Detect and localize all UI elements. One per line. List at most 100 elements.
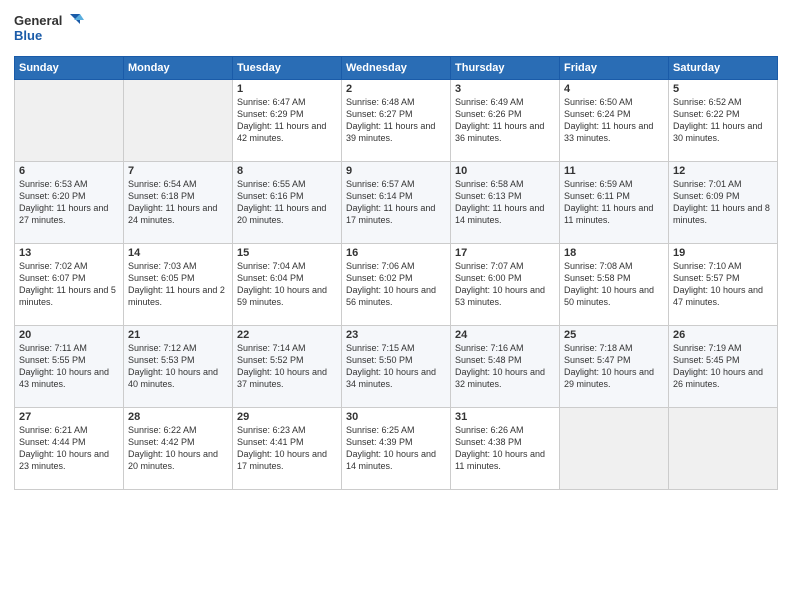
day-info: Sunrise: 6:47 AM Sunset: 6:29 PM Dayligh… — [237, 96, 337, 145]
day-info: Sunrise: 7:18 AM Sunset: 5:47 PM Dayligh… — [564, 342, 664, 391]
day-number: 9 — [346, 165, 446, 177]
calendar-cell: 21Sunrise: 7:12 AM Sunset: 5:53 PM Dayli… — [124, 326, 233, 408]
day-number: 5 — [673, 83, 773, 95]
day-number: 4 — [564, 83, 664, 95]
weekday-header-friday: Friday — [560, 57, 669, 80]
calendar-cell: 16Sunrise: 7:06 AM Sunset: 6:02 PM Dayli… — [342, 244, 451, 326]
svg-text:Blue: Blue — [14, 28, 42, 43]
calendar-cell: 27Sunrise: 6:21 AM Sunset: 4:44 PM Dayli… — [15, 408, 124, 490]
day-number: 16 — [346, 247, 446, 259]
calendar-week-4: 20Sunrise: 7:11 AM Sunset: 5:55 PM Dayli… — [15, 326, 778, 408]
calendar-cell: 30Sunrise: 6:25 AM Sunset: 4:39 PM Dayli… — [342, 408, 451, 490]
day-number: 27 — [19, 411, 119, 423]
day-number: 14 — [128, 247, 228, 259]
day-info: Sunrise: 6:22 AM Sunset: 4:42 PM Dayligh… — [128, 424, 228, 473]
calendar-cell: 18Sunrise: 7:08 AM Sunset: 5:58 PM Dayli… — [560, 244, 669, 326]
calendar-cell: 3Sunrise: 6:49 AM Sunset: 6:26 PM Daylig… — [451, 80, 560, 162]
calendar-cell: 13Sunrise: 7:02 AM Sunset: 6:07 PM Dayli… — [15, 244, 124, 326]
calendar-cell: 12Sunrise: 7:01 AM Sunset: 6:09 PM Dayli… — [669, 162, 778, 244]
day-number: 25 — [564, 329, 664, 341]
day-info: Sunrise: 6:54 AM Sunset: 6:18 PM Dayligh… — [128, 178, 228, 227]
day-info: Sunrise: 7:16 AM Sunset: 5:48 PM Dayligh… — [455, 342, 555, 391]
calendar-cell: 8Sunrise: 6:55 AM Sunset: 6:16 PM Daylig… — [233, 162, 342, 244]
day-number: 19 — [673, 247, 773, 259]
day-info: Sunrise: 7:14 AM Sunset: 5:52 PM Dayligh… — [237, 342, 337, 391]
day-number: 10 — [455, 165, 555, 177]
calendar-week-1: 1Sunrise: 6:47 AM Sunset: 6:29 PM Daylig… — [15, 80, 778, 162]
day-info: Sunrise: 6:57 AM Sunset: 6:14 PM Dayligh… — [346, 178, 446, 227]
day-info: Sunrise: 6:55 AM Sunset: 6:16 PM Dayligh… — [237, 178, 337, 227]
weekday-header-tuesday: Tuesday — [233, 57, 342, 80]
calendar-cell: 23Sunrise: 7:15 AM Sunset: 5:50 PM Dayli… — [342, 326, 451, 408]
day-number: 24 — [455, 329, 555, 341]
day-number: 18 — [564, 247, 664, 259]
weekday-header-sunday: Sunday — [15, 57, 124, 80]
calendar-cell: 26Sunrise: 7:19 AM Sunset: 5:45 PM Dayli… — [669, 326, 778, 408]
day-number: 13 — [19, 247, 119, 259]
day-info: Sunrise: 7:15 AM Sunset: 5:50 PM Dayligh… — [346, 342, 446, 391]
calendar-cell: 15Sunrise: 7:04 AM Sunset: 6:04 PM Dayli… — [233, 244, 342, 326]
day-info: Sunrise: 7:11 AM Sunset: 5:55 PM Dayligh… — [19, 342, 119, 391]
day-info: Sunrise: 7:03 AM Sunset: 6:05 PM Dayligh… — [128, 260, 228, 309]
logo: General Blue — [14, 10, 84, 48]
calendar-body: 1Sunrise: 6:47 AM Sunset: 6:29 PM Daylig… — [15, 80, 778, 490]
calendar-cell: 4Sunrise: 6:50 AM Sunset: 6:24 PM Daylig… — [560, 80, 669, 162]
day-info: Sunrise: 7:04 AM Sunset: 6:04 PM Dayligh… — [237, 260, 337, 309]
calendar-cell: 28Sunrise: 6:22 AM Sunset: 4:42 PM Dayli… — [124, 408, 233, 490]
generalblue-logo: General Blue — [14, 10, 84, 48]
calendar-cell: 19Sunrise: 7:10 AM Sunset: 5:57 PM Dayli… — [669, 244, 778, 326]
day-info: Sunrise: 6:23 AM Sunset: 4:41 PM Dayligh… — [237, 424, 337, 473]
day-number: 6 — [19, 165, 119, 177]
calendar-page: General Blue SundayMondayTuesdayWednesda… — [0, 0, 792, 612]
calendar-cell: 9Sunrise: 6:57 AM Sunset: 6:14 PM Daylig… — [342, 162, 451, 244]
day-number: 15 — [237, 247, 337, 259]
calendar-cell: 6Sunrise: 6:53 AM Sunset: 6:20 PM Daylig… — [15, 162, 124, 244]
calendar-cell: 5Sunrise: 6:52 AM Sunset: 6:22 PM Daylig… — [669, 80, 778, 162]
calendar-cell — [15, 80, 124, 162]
day-info: Sunrise: 7:12 AM Sunset: 5:53 PM Dayligh… — [128, 342, 228, 391]
day-info: Sunrise: 7:06 AM Sunset: 6:02 PM Dayligh… — [346, 260, 446, 309]
weekday-header-monday: Monday — [124, 57, 233, 80]
day-number: 2 — [346, 83, 446, 95]
day-number: 11 — [564, 165, 664, 177]
calendar-cell: 14Sunrise: 7:03 AM Sunset: 6:05 PM Dayli… — [124, 244, 233, 326]
day-number: 3 — [455, 83, 555, 95]
day-number: 1 — [237, 83, 337, 95]
day-info: Sunrise: 6:58 AM Sunset: 6:13 PM Dayligh… — [455, 178, 555, 227]
day-info: Sunrise: 6:49 AM Sunset: 6:26 PM Dayligh… — [455, 96, 555, 145]
calendar-cell: 7Sunrise: 6:54 AM Sunset: 6:18 PM Daylig… — [124, 162, 233, 244]
calendar-cell — [124, 80, 233, 162]
calendar-cell: 10Sunrise: 6:58 AM Sunset: 6:13 PM Dayli… — [451, 162, 560, 244]
day-number: 31 — [455, 411, 555, 423]
header: General Blue — [14, 10, 778, 48]
calendar-cell: 31Sunrise: 6:26 AM Sunset: 4:38 PM Dayli… — [451, 408, 560, 490]
weekday-header-thursday: Thursday — [451, 57, 560, 80]
day-info: Sunrise: 6:50 AM Sunset: 6:24 PM Dayligh… — [564, 96, 664, 145]
weekday-header-wednesday: Wednesday — [342, 57, 451, 80]
day-number: 12 — [673, 165, 773, 177]
calendar-cell: 29Sunrise: 6:23 AM Sunset: 4:41 PM Dayli… — [233, 408, 342, 490]
day-info: Sunrise: 7:01 AM Sunset: 6:09 PM Dayligh… — [673, 178, 773, 227]
day-number: 7 — [128, 165, 228, 177]
day-info: Sunrise: 6:48 AM Sunset: 6:27 PM Dayligh… — [346, 96, 446, 145]
calendar-cell: 17Sunrise: 7:07 AM Sunset: 6:00 PM Dayli… — [451, 244, 560, 326]
weekday-header-saturday: Saturday — [669, 57, 778, 80]
day-info: Sunrise: 6:25 AM Sunset: 4:39 PM Dayligh… — [346, 424, 446, 473]
day-number: 30 — [346, 411, 446, 423]
day-info: Sunrise: 7:10 AM Sunset: 5:57 PM Dayligh… — [673, 260, 773, 309]
day-info: Sunrise: 6:53 AM Sunset: 6:20 PM Dayligh… — [19, 178, 119, 227]
calendar-week-3: 13Sunrise: 7:02 AM Sunset: 6:07 PM Dayli… — [15, 244, 778, 326]
calendar-cell — [560, 408, 669, 490]
calendar-cell — [669, 408, 778, 490]
day-info: Sunrise: 7:07 AM Sunset: 6:00 PM Dayligh… — [455, 260, 555, 309]
calendar-cell: 22Sunrise: 7:14 AM Sunset: 5:52 PM Dayli… — [233, 326, 342, 408]
svg-text:General: General — [14, 13, 62, 28]
calendar-table: SundayMondayTuesdayWednesdayThursdayFrid… — [14, 56, 778, 490]
calendar-cell: 1Sunrise: 6:47 AM Sunset: 6:29 PM Daylig… — [233, 80, 342, 162]
day-number: 17 — [455, 247, 555, 259]
day-info: Sunrise: 6:26 AM Sunset: 4:38 PM Dayligh… — [455, 424, 555, 473]
calendar-cell: 25Sunrise: 7:18 AM Sunset: 5:47 PM Dayli… — [560, 326, 669, 408]
calendar-cell: 11Sunrise: 6:59 AM Sunset: 6:11 PM Dayli… — [560, 162, 669, 244]
day-info: Sunrise: 6:52 AM Sunset: 6:22 PM Dayligh… — [673, 96, 773, 145]
day-number: 20 — [19, 329, 119, 341]
